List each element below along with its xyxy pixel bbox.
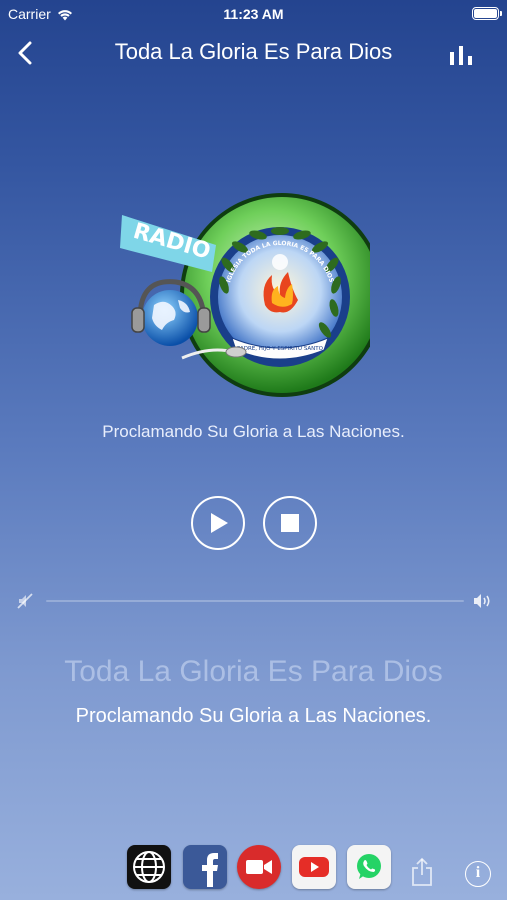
play-icon <box>210 513 228 533</box>
whatsapp-icon <box>357 854 381 879</box>
website-button[interactable] <box>127 845 171 889</box>
whatsapp-button[interactable] <box>347 845 391 889</box>
clock: 11:23 AM <box>223 6 284 22</box>
back-button[interactable] <box>10 38 40 68</box>
now-playing-slogan: Proclamando Su Gloria a Las Naciones. <box>75 705 432 727</box>
chevron-left-icon <box>18 41 32 65</box>
info-button[interactable]: i <box>465 861 491 887</box>
youtube-button[interactable] <box>292 845 336 889</box>
volume-track[interactable] <box>46 600 464 602</box>
bottom-toolbar: i <box>0 845 507 893</box>
station-tagline: Proclamando Su Gloria a Las Naciones. <box>102 422 405 441</box>
status-bar: Carrier 11:23 AM <box>0 0 507 28</box>
share-icon <box>412 857 432 886</box>
volume-mute-icon <box>17 593 33 609</box>
video-camera-icon <box>246 860 272 874</box>
youtube-icon <box>299 857 329 877</box>
share-button[interactable] <box>410 857 434 892</box>
facebook-icon <box>202 853 218 887</box>
play-button[interactable] <box>190 496 245 550</box>
station-logo: PADRE, HIJO Y ESPIRITU SANTO IGLESIA TOD… <box>120 193 370 397</box>
info-icon: i <box>475 864 481 881</box>
stop-button[interactable] <box>262 496 317 550</box>
stop-icon <box>280 514 299 532</box>
volume-slider[interactable] <box>16 590 494 612</box>
facebook-button[interactable] <box>183 845 227 889</box>
now-playing-station: Toda La Gloria Es Para Dios <box>64 655 443 688</box>
logo-motto: PADRE, HIJO Y ESPIRITU SANTO <box>237 346 324 352</box>
video-button[interactable] <box>237 845 281 889</box>
website-globe-icon <box>133 851 165 883</box>
navigation-bar: Toda La Gloria Es Para Dios <box>0 30 507 74</box>
bar-chart-icon <box>450 46 472 65</box>
battery-icon <box>472 7 502 20</box>
page-title: Toda La Gloria Es Para Dios <box>114 39 393 64</box>
playback-controls <box>0 496 507 550</box>
equalizer-button[interactable] <box>449 44 473 66</box>
volume-max-icon <box>474 594 490 608</box>
